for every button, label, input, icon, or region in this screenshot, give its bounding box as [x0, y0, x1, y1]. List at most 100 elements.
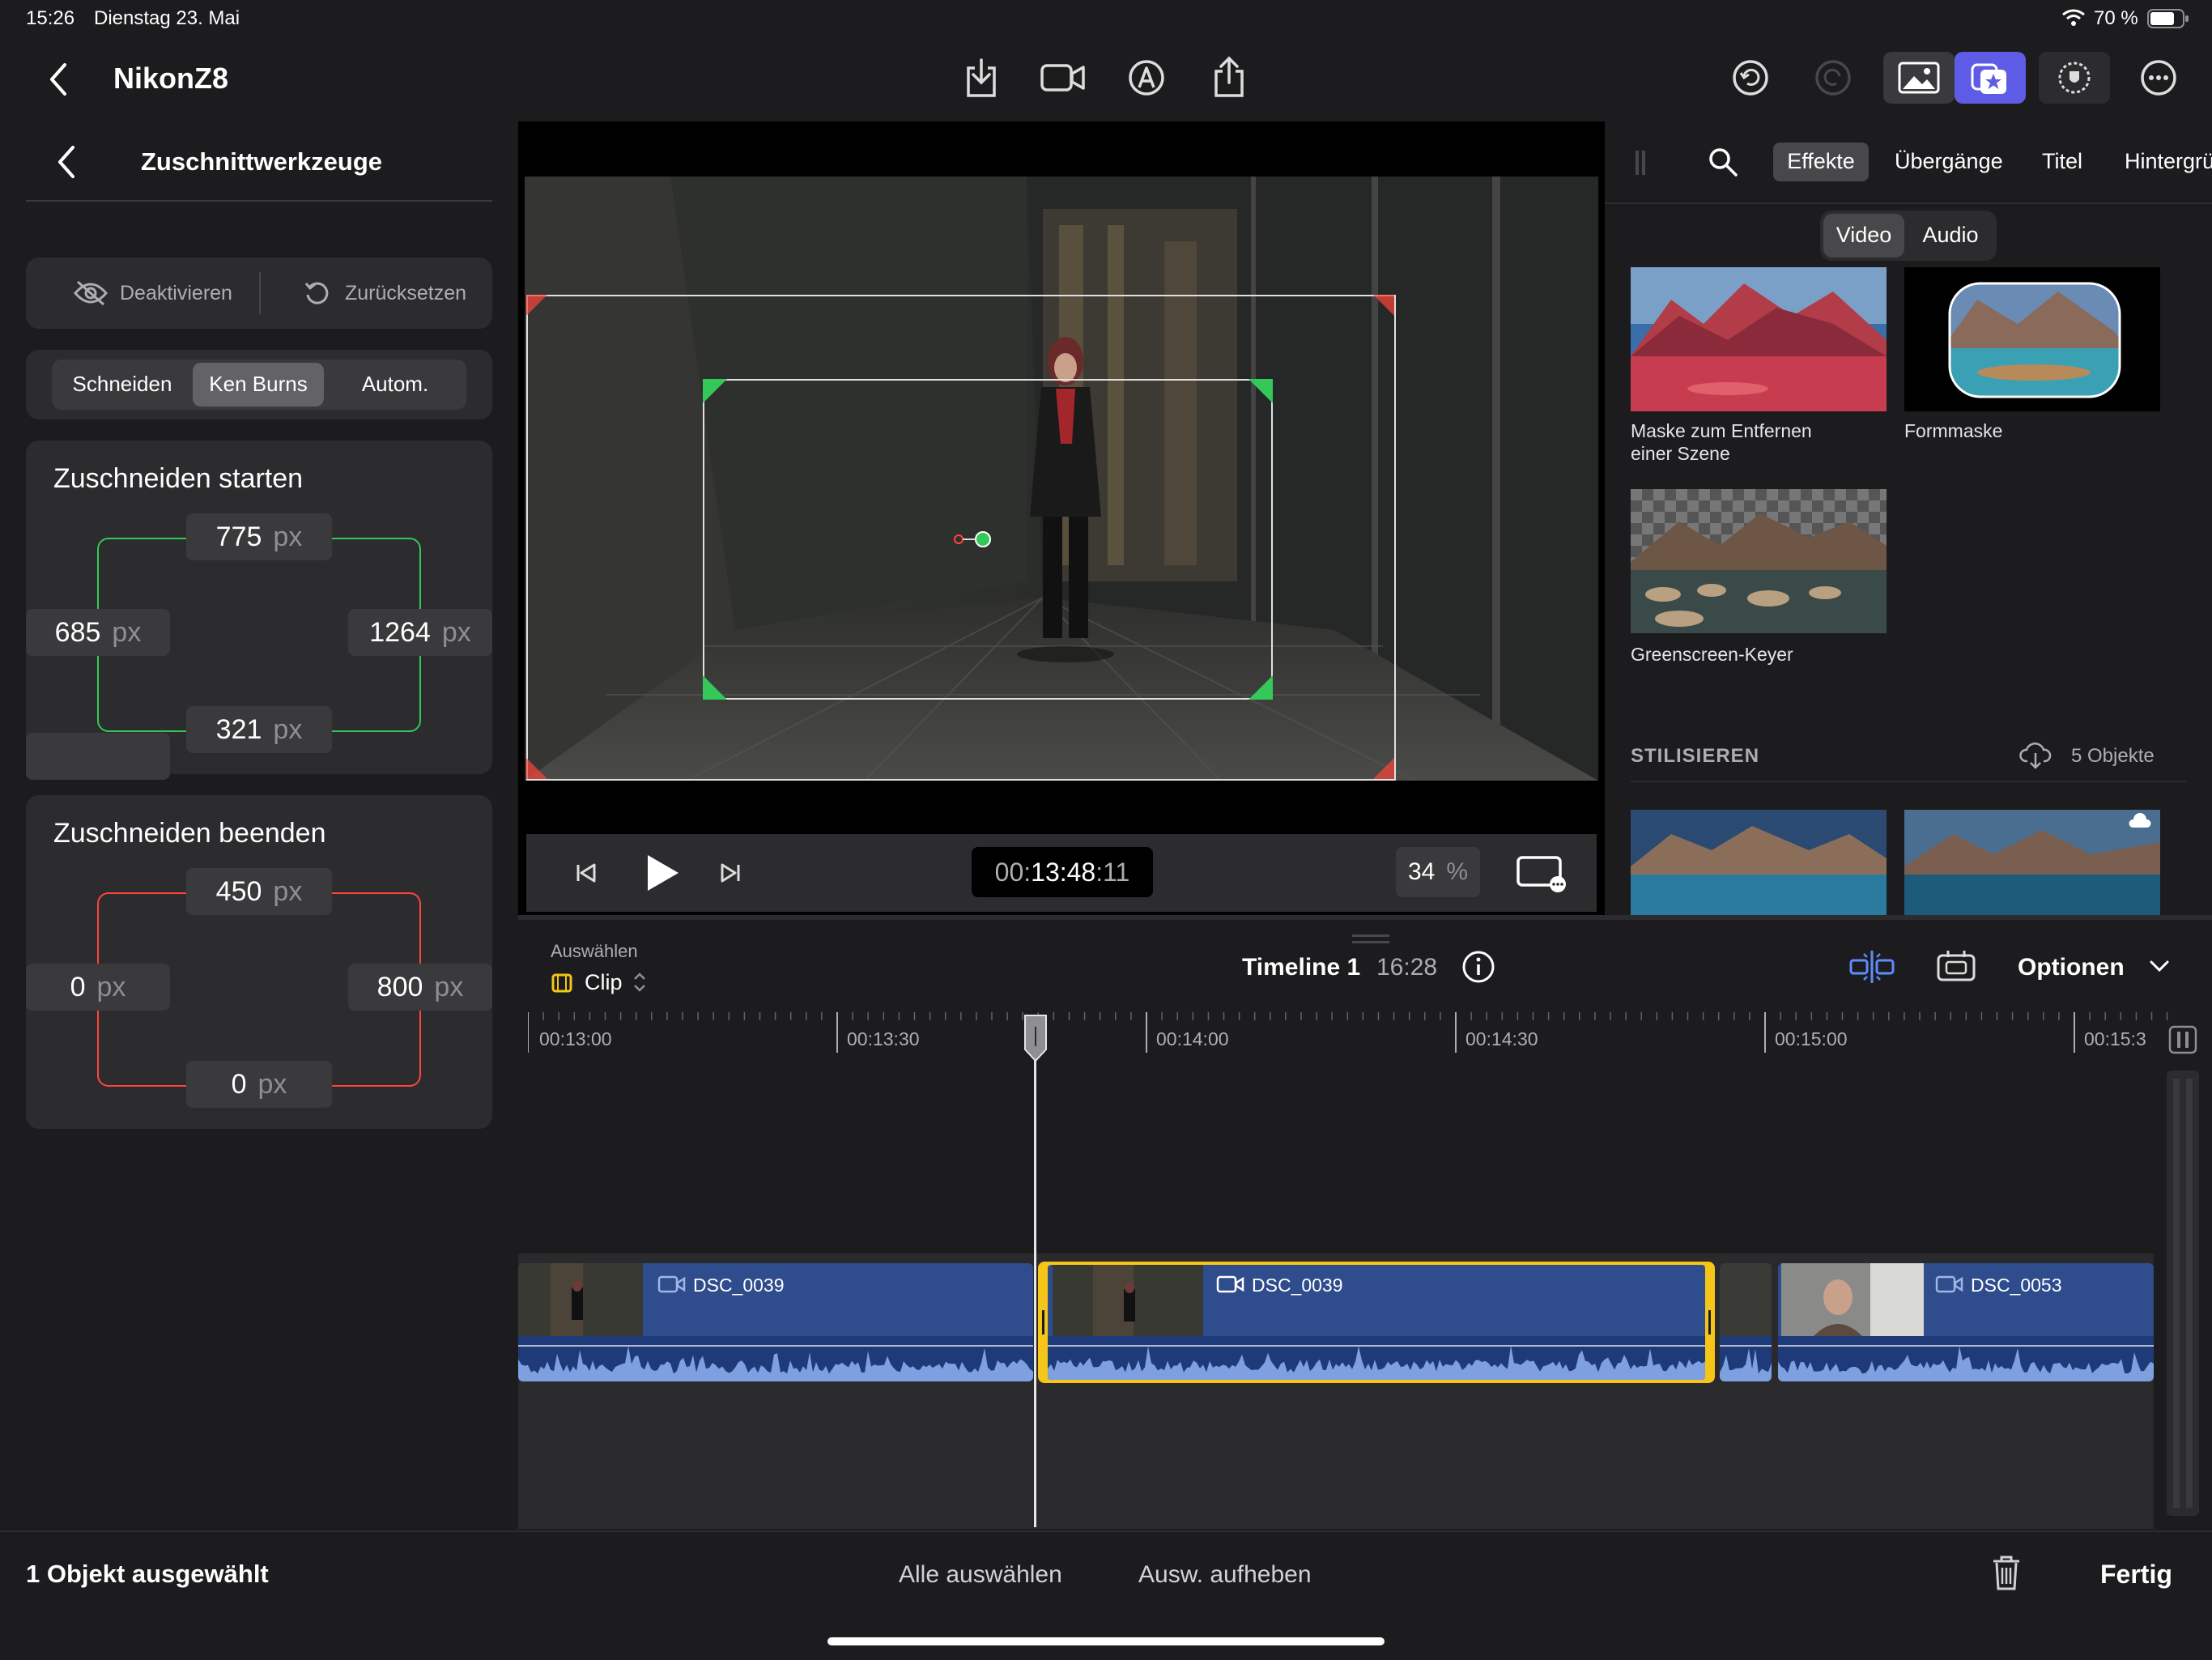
- timeline-clip[interactable]: DSC_0039: [518, 1263, 1033, 1381]
- redo-icon[interactable]: [1814, 58, 1853, 97]
- video-clip-icon: [1935, 1275, 1964, 1294]
- clip-name: DSC_0039: [693, 1275, 785, 1296]
- unit: px: [434, 971, 464, 1002]
- skip-forward-icon[interactable]: [719, 862, 742, 884]
- motion-path-handle[interactable]: [952, 530, 993, 549]
- project-title: NikonZ8: [113, 62, 229, 95]
- timeline-clip[interactable]: DSC_0053: [1778, 1263, 2154, 1381]
- crop-mode-segmented-control: Schneiden Ken Burns Autom.: [52, 360, 466, 410]
- disable-button[interactable]: Deaktivieren: [26, 258, 259, 329]
- timecode-display[interactable]: 00: 13:48:11: [972, 847, 1153, 897]
- crop-end-title: Zuschneiden beenden: [53, 818, 326, 849]
- drag-handle-icon[interactable]: [1636, 151, 1639, 175]
- cloud-download-icon[interactable]: [2019, 742, 2052, 769]
- camera-icon[interactable]: [1040, 62, 1087, 94]
- divider: [26, 200, 492, 202]
- mode-cut[interactable]: Schneiden: [52, 372, 193, 397]
- timecode-hours: 00:: [994, 857, 1032, 887]
- trash-icon[interactable]: [1992, 1555, 2021, 1592]
- play-icon[interactable]: [644, 853, 680, 892]
- inspector-button[interactable]: [2039, 52, 2110, 104]
- crop-start-left-field[interactable]: [26, 733, 170, 780]
- clip-connect-icon[interactable]: [1935, 949, 1977, 985]
- deselect-button[interactable]: Ausw. aufheben: [1138, 1561, 1312, 1589]
- viewer-options-icon[interactable]: [1516, 855, 1568, 892]
- tab-titles[interactable]: Titel: [2042, 149, 2082, 174]
- crop-end-top-field[interactable]: 450 px: [186, 868, 332, 915]
- ruler-ticks: [528, 1012, 2168, 1053]
- crop-start-left-field[interactable]: 685 px: [26, 609, 170, 656]
- crop-start-top-field[interactable]: 775 px: [186, 513, 332, 560]
- undo-icon[interactable]: [1731, 58, 1770, 97]
- photos-browser-button[interactable]: [1883, 52, 1955, 104]
- panel-title: Zuschnittwerkzeuge: [141, 147, 382, 176]
- reset-icon: [303, 279, 332, 308]
- subtab-video[interactable]: Video: [1823, 223, 1904, 248]
- voiceover-icon[interactable]: [1127, 58, 1166, 97]
- battery-icon: [2147, 8, 2189, 29]
- tab-transitions[interactable]: Übergänge: [1895, 149, 2003, 174]
- zoom-field[interactable]: 34%: [1396, 847, 1480, 897]
- effect-thumbnail-green-screen[interactable]: [1631, 489, 1887, 633]
- snapping-icon[interactable]: [1848, 949, 1896, 985]
- effects-browser-button[interactable]: [1955, 52, 2026, 104]
- skip-back-icon[interactable]: [575, 862, 598, 884]
- subtab-audio[interactable]: Audio: [1908, 223, 1993, 248]
- timeline-ruler[interactable]: 00:13:00 00:13:30 00:14:00 00:14:30 00:1…: [528, 1012, 2183, 1061]
- audio-meter-toggle[interactable]: [2167, 1024, 2199, 1056]
- value: 0: [70, 971, 86, 1002]
- trim-handle-left[interactable]: [1042, 1310, 1044, 1334]
- unit: px: [273, 875, 303, 907]
- panel-back-icon[interactable]: [55, 144, 79, 180]
- crop-start-right-field[interactable]: 1264 px: [348, 609, 492, 656]
- clip-icon: [551, 972, 573, 994]
- timeline-clip[interactable]: [1720, 1263, 1772, 1381]
- reset-button[interactable]: Zurücksetzen: [261, 258, 492, 329]
- label-line: einer Szene: [1631, 443, 1730, 464]
- chevron-up-down-icon: [632, 970, 648, 994]
- playhead-line[interactable]: [1034, 1015, 1036, 1527]
- crop-end-left-field[interactable]: 0 px: [26, 964, 170, 1011]
- mode-auto[interactable]: Autom.: [324, 372, 466, 397]
- crop-start-bottom-field[interactable]: 321 px: [186, 706, 332, 753]
- unit: px: [257, 1068, 287, 1100]
- playhead-handle[interactable]: [1022, 1014, 1049, 1064]
- effect-thumbnail-scene-removal[interactable]: [1631, 267, 1887, 411]
- audio-waveform: [1048, 1336, 1705, 1380]
- clip-filmstrip: [1053, 1265, 1203, 1336]
- clip-name: DSC_0053: [1971, 1275, 2062, 1296]
- import-icon[interactable]: [963, 57, 999, 99]
- share-icon[interactable]: [1211, 55, 1247, 99]
- effects-browser: Effekte Übergänge Titel Hintergrü Video …: [1605, 121, 2212, 915]
- clip-filmstrip: [518, 1263, 643, 1336]
- select-all-button[interactable]: Alle auswählen: [899, 1561, 1062, 1589]
- stylize-thumbnail[interactable]: [1631, 810, 1887, 915]
- more-icon[interactable]: [2139, 58, 2178, 97]
- video-clip-icon: [657, 1275, 687, 1294]
- effect-thumbnail-shape-mask[interactable]: [1904, 267, 2160, 411]
- crop-end-right-field[interactable]: 800 px: [348, 964, 492, 1011]
- selection-info: 1 Objekt ausgewählt: [26, 1560, 269, 1588]
- timecode-frames: :11: [1095, 857, 1130, 887]
- photo-icon: [1898, 62, 1940, 94]
- audio-meter: [2167, 1070, 2199, 1516]
- stylize-thumbnail[interactable]: [1904, 810, 2160, 915]
- crop-end-bottom-field[interactable]: 0 px: [186, 1061, 332, 1108]
- trim-handle-right[interactable]: [1708, 1310, 1711, 1334]
- tab-effects[interactable]: Effekte: [1773, 149, 1869, 174]
- back-icon[interactable]: [47, 62, 71, 97]
- audio-waveform: [1720, 1336, 1772, 1381]
- effect-label-shape-mask: Formmaske: [1904, 420, 2003, 441]
- value: 0: [231, 1068, 247, 1100]
- tab-backgrounds[interactable]: Hintergrü: [2125, 149, 2212, 174]
- timeline-clip-selected[interactable]: DSC_0039: [1038, 1262, 1715, 1383]
- search-icon[interactable]: [1707, 146, 1739, 178]
- mode-ken-burns[interactable]: Ken Burns: [193, 372, 324, 397]
- ruler-label: 00:14:30: [1465, 1028, 1538, 1049]
- options-button[interactable]: Optionen: [2018, 954, 2125, 981]
- battery-percent: 70 %: [2094, 7, 2138, 29]
- info-icon[interactable]: [1461, 949, 1496, 985]
- resize-grip[interactable]: [1352, 934, 1389, 937]
- done-button[interactable]: Fertig: [2100, 1560, 2172, 1590]
- chevron-down-icon[interactable]: [2149, 959, 2170, 973]
